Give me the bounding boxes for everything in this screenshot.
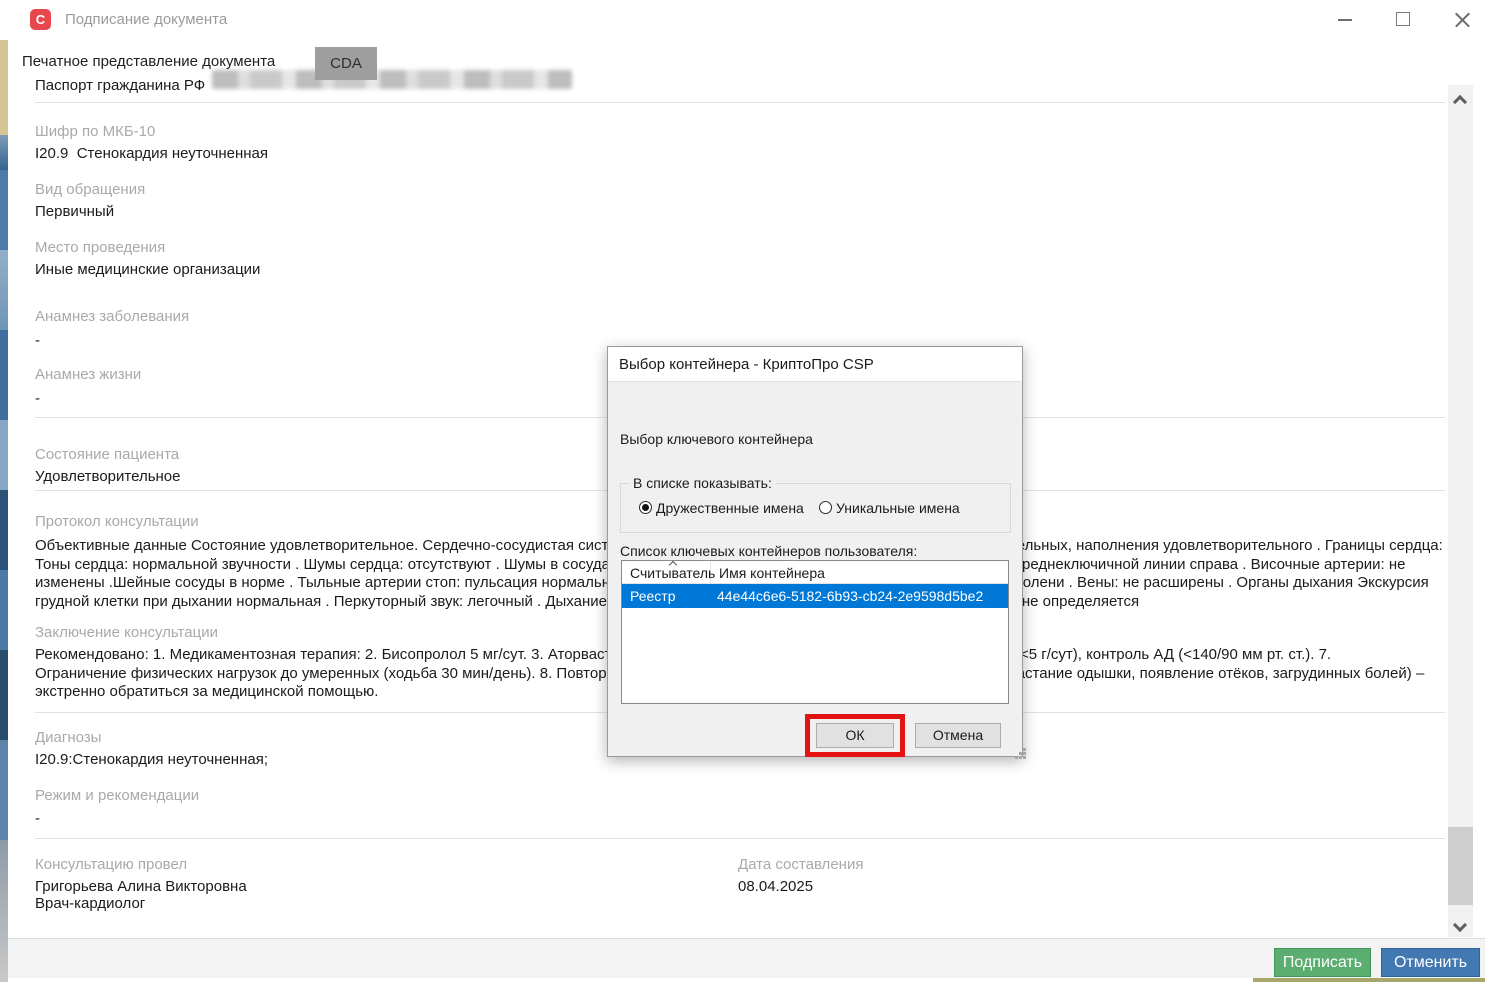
- sign-button[interactable]: Подписать: [1274, 948, 1371, 977]
- visit-type-value: Первичный: [35, 203, 114, 220]
- consultant-label: Консультацию провел: [35, 856, 187, 873]
- place-value: Иные медицинские организации: [35, 261, 260, 278]
- maximize-icon: [1396, 12, 1410, 26]
- patient-state-label: Состояние пациента: [35, 446, 179, 463]
- maximize-button[interactable]: [1389, 6, 1417, 34]
- conclusion-label: Заключение консультации: [35, 624, 218, 641]
- container-list-row[interactable]: Реестр 44e44c6e6-5182-6b93-cb24-2e9598d5…: [622, 584, 1008, 608]
- tab-print-view[interactable]: Печатное представление документа: [22, 53, 275, 70]
- minimize-icon: [1338, 19, 1352, 21]
- minimize-button[interactable]: [1331, 6, 1359, 34]
- container-list-label: Список ключевых контейнеров пользователя…: [620, 543, 917, 559]
- show-in-list-label: В списке показывать:: [629, 475, 776, 491]
- divider: [35, 838, 1445, 839]
- regimen-label: Режим и рекомендации: [35, 787, 199, 804]
- regimen-value: -: [35, 810, 40, 827]
- consultant-name: Григорьева Алина Викторовна: [35, 878, 247, 895]
- tab-cda[interactable]: CDA: [315, 47, 377, 80]
- diagnoses-label: Диагнозы: [35, 729, 101, 746]
- ok-button[interactable]: ОК: [816, 723, 894, 748]
- cell-reader: Реестр: [630, 584, 676, 608]
- container-list: Считыватель Имя контейнера Реестр 44e44c…: [621, 560, 1009, 704]
- dialog-title: Выбор контейнера - КриптоПро CSP: [608, 347, 1022, 382]
- mkb-value: I20.9 Стенокардия неуточненная: [35, 145, 268, 162]
- column-header-reader[interactable]: Считыватель: [622, 561, 711, 584]
- visit-type-label: Вид обращения: [35, 181, 145, 198]
- radio-label: Дружественные имена: [656, 500, 804, 516]
- footer-bar: [8, 938, 1485, 978]
- anamnesis-disease-label: Анамнез заболевания: [35, 308, 189, 325]
- key-container-label: Выбор ключевого контейнера: [620, 431, 813, 447]
- date-value: 08.04.2025: [738, 878, 813, 895]
- scroll-up-icon[interactable]: [1453, 95, 1467, 109]
- redacted-passport-value: [212, 70, 572, 89]
- radio-unselected-icon: [819, 501, 832, 514]
- place-label: Место проведения: [35, 239, 165, 256]
- anamnesis-life-label: Анамнез жизни: [35, 366, 141, 383]
- title-bar: С Подписание документа: [8, 0, 1485, 40]
- scrollbar-thumb[interactable]: [1448, 827, 1473, 905]
- container-select-dialog: Выбор контейнера - КриптоПро CSP Выбор к…: [607, 346, 1023, 757]
- close-button[interactable]: [1448, 6, 1476, 34]
- scrollbar[interactable]: [1448, 85, 1473, 937]
- date-label: Дата составления: [738, 856, 863, 873]
- background-left-strip: [0, 40, 8, 982]
- consultant-role: Врач-кардиолог: [35, 895, 145, 912]
- passport-label: Паспорт гражданина РФ: [35, 77, 205, 94]
- diagnoses-value: I20.9:Стенокардия неуточненная;: [35, 751, 268, 768]
- anamnesis-life-value: -: [35, 390, 40, 407]
- app-logo-letter: С: [36, 12, 45, 27]
- app-logo-icon: С: [30, 9, 51, 30]
- protocol-label: Протокол консультации: [35, 513, 199, 530]
- anamnesis-disease-value: -: [35, 332, 40, 349]
- cancel-signing-button[interactable]: Отменить: [1381, 948, 1480, 977]
- resize-grip[interactable]: [1015, 748, 1018, 751]
- window-title: Подписание документа: [65, 11, 227, 28]
- radio-selected-icon: [639, 501, 652, 514]
- patient-state-value: Удовлетворительное: [35, 468, 181, 485]
- list-header: Считыватель Имя контейнера: [622, 561, 1008, 584]
- scroll-down-icon[interactable]: [1453, 918, 1467, 932]
- dialog-cancel-button[interactable]: Отмена: [915, 723, 1001, 748]
- radio-label: Уникальные имена: [836, 500, 960, 516]
- show-in-list-group: В списке показывать: Дружественные имена…: [620, 483, 1011, 533]
- cell-container-name: 44e44c6e6-5182-6b93-cb24-2e9598d5be2: [717, 584, 983, 608]
- divider: [35, 102, 1445, 103]
- column-header-container-name[interactable]: Имя контейнера: [719, 561, 825, 584]
- mkb-label: Шифр по МКБ-10: [35, 123, 155, 140]
